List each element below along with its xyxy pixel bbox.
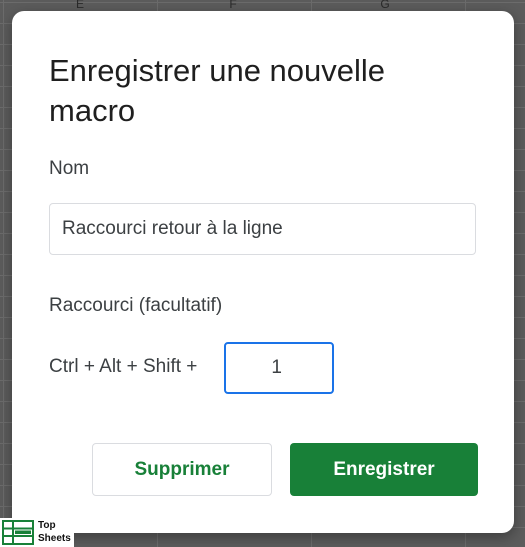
save-button[interactable]: Enregistrer — [290, 443, 478, 496]
shortcut-prefix: Ctrl + Alt + Shift + — [49, 356, 198, 377]
column-header-g: G — [380, 0, 390, 11]
delete-button[interactable]: Supprimer — [92, 443, 272, 496]
column-header-e: E — [75, 0, 84, 11]
shortcut-key-input[interactable] — [224, 342, 334, 394]
column-header-f: F — [229, 0, 237, 11]
record-macro-dialog: Enregistrer une nouvelle macro Nom Racco… — [12, 11, 514, 533]
shortcut-label: Raccourci (facultatif) — [49, 295, 223, 316]
name-label: Nom — [49, 158, 90, 179]
macro-name-input[interactable] — [49, 203, 476, 255]
dialog-title: Enregistrer une nouvelle macro — [49, 53, 386, 128]
spreadsheet-logo-icon — [2, 520, 34, 545]
logo-text-top: Top — [38, 520, 56, 531]
logo-text-sheets: Sheets — [38, 533, 71, 544]
top-sheets-logo: Top Sheets — [0, 518, 74, 547]
